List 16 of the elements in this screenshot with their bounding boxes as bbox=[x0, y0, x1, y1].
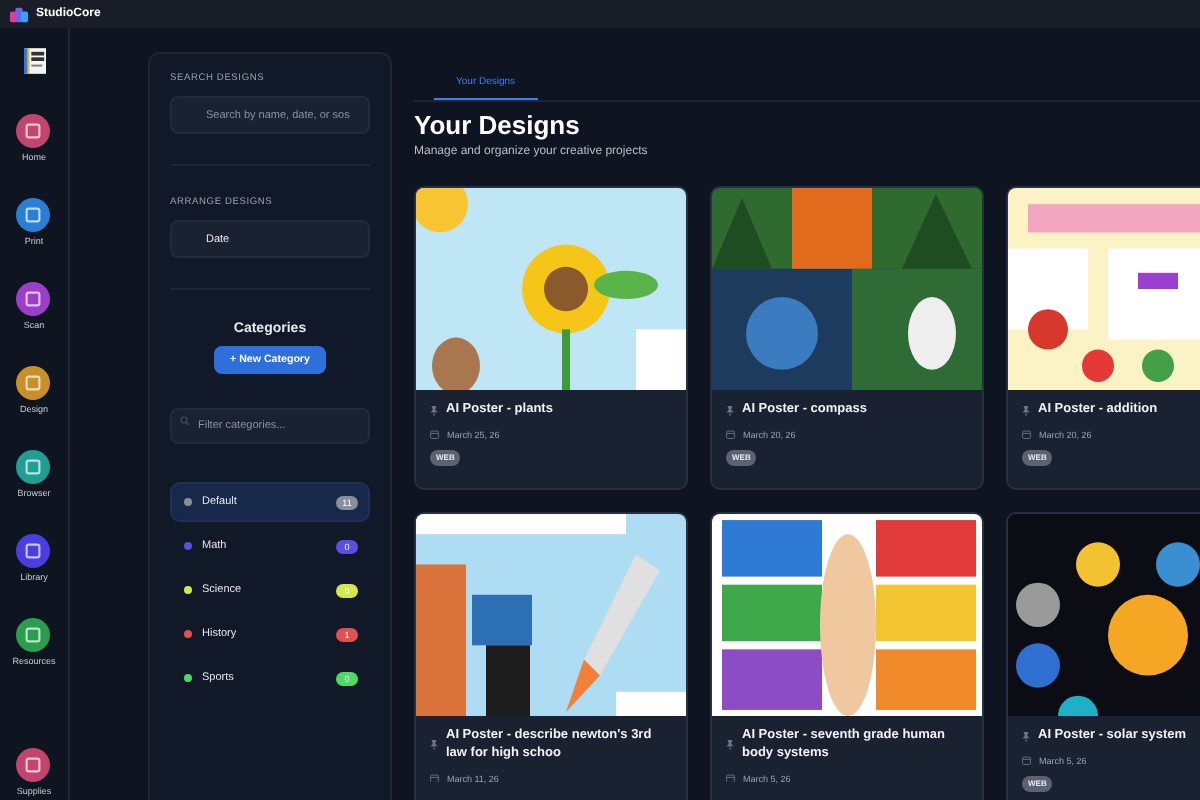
pin-icon bbox=[430, 405, 438, 416]
app-logo-icon bbox=[10, 5, 28, 23]
pin-icon bbox=[1022, 405, 1030, 416]
calendar-icon bbox=[430, 773, 439, 783]
page-heading: Your Designs bbox=[414, 110, 582, 140]
pin-icon bbox=[1022, 731, 1030, 742]
search-icon bbox=[180, 415, 190, 425]
pin-icon bbox=[726, 740, 734, 751]
calendar-icon bbox=[430, 430, 439, 440]
pin-icon bbox=[726, 405, 734, 416]
calendar-icon bbox=[726, 430, 735, 440]
calendar-icon bbox=[726, 773, 735, 783]
calendar-icon bbox=[1022, 430, 1031, 440]
calendar-icon bbox=[1022, 756, 1031, 766]
pin-icon bbox=[430, 740, 438, 751]
brand-logo-icon bbox=[23, 48, 45, 74]
